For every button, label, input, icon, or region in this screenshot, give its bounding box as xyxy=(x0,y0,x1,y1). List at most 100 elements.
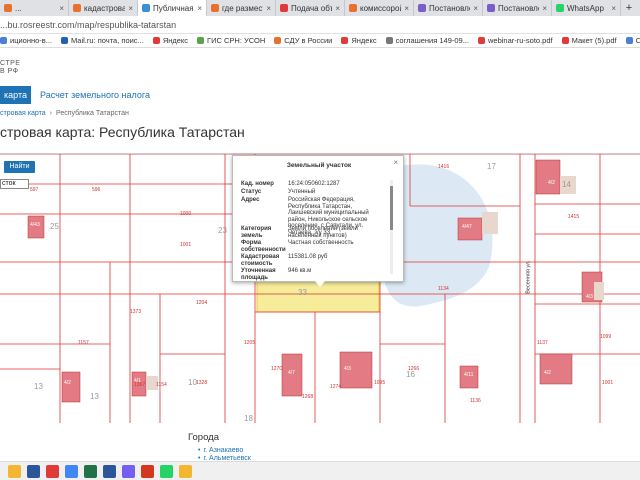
breadcrumb: стровая карта › Республика Татарстан xyxy=(0,110,129,117)
browser-tab[interactable]: кадастровая карт× xyxy=(69,0,138,16)
parcel-number-label: 1095 xyxy=(374,380,386,386)
popup-field-row: Кадастровая стоимость 115381.08 руб xyxy=(241,254,391,267)
tab-close-icon[interactable]: × xyxy=(128,4,133,13)
url-text[interactable]: ...bu.rosreestr.com/map/respublika-tatar… xyxy=(0,20,176,30)
bookmark-favicon-icon xyxy=(0,37,7,44)
quarter-number-label: 23 xyxy=(218,226,227,235)
bookmark-item[interactable]: СДУ в России xyxy=(274,36,332,45)
bookmark-favicon-icon xyxy=(341,37,349,44)
site-logo[interactable]: СТРЕ В РФ xyxy=(0,60,20,76)
browser-tab[interactable]: Подача объявле× xyxy=(276,0,345,16)
search-button[interactable]: Найти xyxy=(4,161,35,173)
building-label: 4/3 xyxy=(344,366,351,372)
tab-favicon-icon xyxy=(487,4,495,12)
parcel-number-label: 1274 xyxy=(330,384,342,390)
building xyxy=(61,371,81,403)
close-icon[interactable]: × xyxy=(393,158,398,167)
popup-field-row: Категория земель Земли поселений (земли н… xyxy=(241,226,391,239)
tab-close-icon[interactable]: × xyxy=(197,4,202,13)
tab-close-icon[interactable]: × xyxy=(266,4,271,13)
bookmark-label: СДУ в России xyxy=(284,36,333,45)
browser-tab[interactable]: WhatsApp × xyxy=(552,0,621,16)
logo-line-2: В РФ xyxy=(0,68,19,75)
tab-label: WhatsApp xyxy=(567,3,604,13)
word-icon[interactable] xyxy=(103,464,116,478)
quarter-number-label: 10 xyxy=(188,378,197,387)
viber-icon[interactable] xyxy=(122,464,135,478)
tab-favicon-icon xyxy=(556,4,564,12)
bookmark-favicon-icon xyxy=(561,37,569,44)
building-label: 4/47 xyxy=(462,224,472,230)
browser-tab[interactable]: Постановление №× xyxy=(483,0,552,16)
chrome-icon[interactable] xyxy=(65,464,78,478)
bookmark-label: соглашения 149-09... xyxy=(395,36,469,45)
quarter-number-label: 14 xyxy=(562,180,571,189)
parcel-number-label: 1136 xyxy=(470,398,481,404)
browser-tab[interactable]: ... × xyxy=(0,0,69,16)
bookmark-item[interactable]: Макет (5).pdf xyxy=(561,36,617,45)
bookmark-label: Mail.ru: почта, поис... xyxy=(71,36,144,45)
parcel-number-label: 1157 xyxy=(78,340,89,346)
parcel-number-label: 1001 xyxy=(180,242,192,248)
bookmark-item[interactable]: иционно-в... xyxy=(0,36,52,45)
tab-label: Публичная када xyxy=(153,3,194,13)
building-label: 4/43 xyxy=(30,222,40,228)
bookmark-item[interactable]: webinar-ru-soto.pdf xyxy=(477,36,553,45)
parcel-number-label: 1415 xyxy=(568,214,580,220)
browser-tab-bar: ...×кадастровая карт×Публичная када×где … xyxy=(0,0,640,16)
new-tab-button[interactable]: + xyxy=(621,0,637,16)
popup-field-value: Земли поселений (земли населенных пункто… xyxy=(288,226,358,239)
tab-favicon-icon xyxy=(142,4,150,12)
word-icon[interactable] xyxy=(27,464,40,478)
explorer-icon[interactable] xyxy=(8,464,21,478)
breadcrumb-item-region: Республика Татарстан xyxy=(55,110,129,117)
logo-line-1: СТРЕ xyxy=(0,60,21,67)
bookmark-label: webinar-ru-soto.pdf xyxy=(487,36,553,45)
bookmark-item[interactable]: Яндекс xyxy=(341,36,377,45)
breadcrumb-item-map[interactable]: стровая карта xyxy=(0,110,46,117)
browser-tab[interactable]: Постановление №× xyxy=(414,0,483,16)
bookmark-label: Яндекс xyxy=(351,36,377,45)
bookmark-favicon-icon xyxy=(477,37,485,44)
parcel-number-label: 1205 xyxy=(244,340,256,346)
acrobat-icon[interactable] xyxy=(141,464,154,478)
browser-tab[interactable]: где разместить и× xyxy=(207,0,276,16)
search-type-select[interactable]: сток xyxy=(0,179,29,189)
whatsapp-icon[interactable] xyxy=(160,464,173,478)
street-name-label: Весенняя ул. xyxy=(525,260,532,294)
address-bar[interactable]: ...bu.rosreestr.com/map/respublika-tatar… xyxy=(0,16,640,34)
nav-land-tax-link[interactable]: Расчет земельного налога xyxy=(40,90,150,100)
bookmark-label: Яндекс xyxy=(162,36,189,45)
popup-field-value: Учтенный xyxy=(288,189,316,195)
explorer-icon[interactable] xyxy=(179,464,192,478)
quarter-number-label: 13 xyxy=(90,392,99,401)
tab-close-icon[interactable]: × xyxy=(59,4,64,13)
tab-close-icon[interactable]: × xyxy=(542,4,547,13)
bookmark-item[interactable]: соглашения 149-09... xyxy=(385,36,469,45)
popup-field-label: Уточненная площадь xyxy=(241,268,276,281)
nav-map-link[interactable]: карта xyxy=(0,86,31,104)
bookmark-label: иционно-в... xyxy=(10,36,53,45)
bookmark-item[interactable]: Яндекс xyxy=(152,36,189,45)
yandex-icon[interactable] xyxy=(46,464,59,478)
tab-favicon-icon xyxy=(349,4,357,12)
popup-field-row: Форма собственности Частная собственность xyxy=(241,240,391,253)
tab-close-icon[interactable]: × xyxy=(473,4,478,13)
building-label: 4/7 xyxy=(288,370,295,376)
bookmarks-bar: иционно-в... Mail.ru: почта, поис... Яндек… xyxy=(0,34,640,48)
bookmark-item[interactable]: ГИС СРН: УСОН xyxy=(197,36,265,45)
popup-field-label: Категория земель xyxy=(241,226,272,239)
popup-field-value: 946 кв.м xyxy=(288,268,312,274)
popup-field-value: 16:24:050602:1287 xyxy=(288,181,340,187)
bookmark-item[interactable]: Служба поддержки... xyxy=(625,36,640,45)
tab-close-icon[interactable]: × xyxy=(611,4,616,13)
tab-close-icon[interactable]: × xyxy=(335,4,340,13)
excel-icon[interactable] xyxy=(84,464,97,478)
tab-close-icon[interactable]: × xyxy=(404,4,409,13)
city-link[interactable]: г. Азнакаево xyxy=(198,447,243,454)
bookmark-label: Служба поддержки... xyxy=(636,36,640,45)
browser-tab[interactable]: комиссорой каза× xyxy=(345,0,414,16)
parcel-number-label: 1328 xyxy=(196,380,208,386)
browser-tab[interactable]: Публичная када× xyxy=(138,0,207,16)
bookmark-item[interactable]: Mail.ru: почта, поис... xyxy=(61,36,144,45)
